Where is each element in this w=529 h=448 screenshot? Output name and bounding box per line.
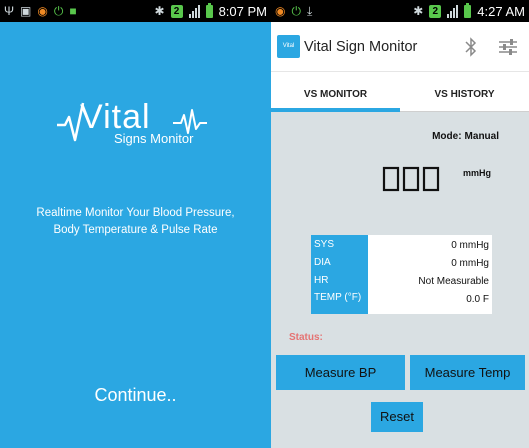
mode-indicator: Mode: Manual — [432, 131, 499, 142]
download-icon: ⤓ — [306, 4, 313, 18]
usb-icon: Ψ — [4, 4, 15, 18]
android-icon: ■ — [69, 4, 77, 18]
system-icons: ✱ 2 4:27 AM — [413, 0, 525, 22]
measure-temp-button[interactable]: Measure Temp — [410, 355, 525, 390]
battery-icon — [464, 2, 472, 18]
mode-label: Mode: — [432, 131, 462, 142]
tagline-line-2: Body Temperature & Pulse Rate — [53, 224, 218, 236]
tab-vs-history[interactable]: VS HISTORY — [400, 72, 529, 112]
notification-icons: ◉ ⏻ ⤓ — [271, 0, 312, 22]
battery-icon — [205, 2, 213, 18]
clock: 8:07 PM — [218, 3, 267, 19]
reading-row-temp: TEMP (°F) 0.0 F — [311, 289, 492, 309]
seven-segment-display — [382, 166, 440, 192]
status-bar: ◉ ⏻ ⤓ ✱ 2 4:27 AM — [271, 0, 529, 22]
bluetooth-icon[interactable] — [463, 35, 479, 59]
measure-bp-button[interactable]: Measure BP — [276, 355, 405, 390]
app-icon: Vital — [277, 35, 300, 58]
image-icon: ▣ — [20, 4, 32, 18]
tagline: Realtime Monitor Your Blood Pressure, Bo… — [0, 205, 271, 239]
splash-screen: Ψ ▣ ◉ ⏻ ■ ✱ 2 8:07 PM Vital Signs Monito… — [0, 0, 271, 448]
settings-sliders-icon[interactable] — [497, 36, 519, 58]
reading-value: Not Measurable — [418, 275, 489, 287]
tab-vs-monitor[interactable]: VS MONITOR — [271, 72, 400, 112]
logo-subtitle: Signs Monitor — [114, 131, 194, 146]
app-bar: Vital Vital Sign Monitor — [271, 22, 529, 72]
mode-value: Manual — [464, 131, 499, 142]
reading-label: DIA — [311, 255, 368, 271]
clock: 4:27 AM — [477, 3, 525, 19]
reading-value: 0.0 F — [466, 293, 489, 305]
reading-value: 0 mmHg — [451, 239, 489, 251]
data-badge-icon: 2 — [429, 4, 442, 18]
reading-label: HR — [311, 273, 368, 289]
reading-label: SYS — [311, 237, 368, 253]
reading-row-dia: DIA 0 mmHg — [311, 255, 492, 271]
monitor-screen: ◉ ⏻ ⤓ ✱ 2 4:27 AM Vital Vital Sign Monit… — [271, 0, 529, 448]
record-icon: ◉ — [275, 4, 286, 18]
continue-button[interactable]: Continue.. — [0, 385, 271, 406]
bluetooth-icon: ✱ — [154, 4, 165, 18]
signal-icon — [188, 4, 200, 18]
reading-label: TEMP (°F) — [311, 289, 368, 309]
signal-icon — [447, 4, 459, 18]
system-icons: ✱ 2 8:07 PM — [155, 0, 267, 22]
status-bar: Ψ ▣ ◉ ⏻ ■ ✱ 2 8:07 PM — [0, 0, 271, 22]
record-icon: ◉ — [37, 4, 48, 18]
readings-table: SYS 0 mmHg DIA 0 mmHg HR Not Measurable … — [311, 235, 492, 314]
reset-button[interactable]: Reset — [371, 402, 423, 432]
power-icon: ⏻ — [291, 4, 301, 18]
notification-icons: Ψ ▣ ◉ ⏻ ■ — [0, 0, 77, 22]
tagline-line-1: Realtime Monitor Your Blood Pressure, — [36, 207, 235, 219]
bluetooth-icon: ✱ — [413, 4, 424, 18]
display-unit: mmHg — [463, 168, 492, 178]
tab-bar: VS MONITOR VS HISTORY — [271, 72, 529, 112]
app-title: Vital Sign Monitor — [304, 38, 418, 55]
reading-row-hr: HR Not Measurable — [311, 273, 492, 289]
reading-row-sys: SYS 0 mmHg — [311, 237, 492, 253]
reading-value: 0 mmHg — [451, 257, 489, 269]
data-badge-icon: 2 — [170, 4, 183, 18]
power-icon: ⏻ — [53, 4, 64, 18]
status-label: Status: — [289, 332, 323, 343]
